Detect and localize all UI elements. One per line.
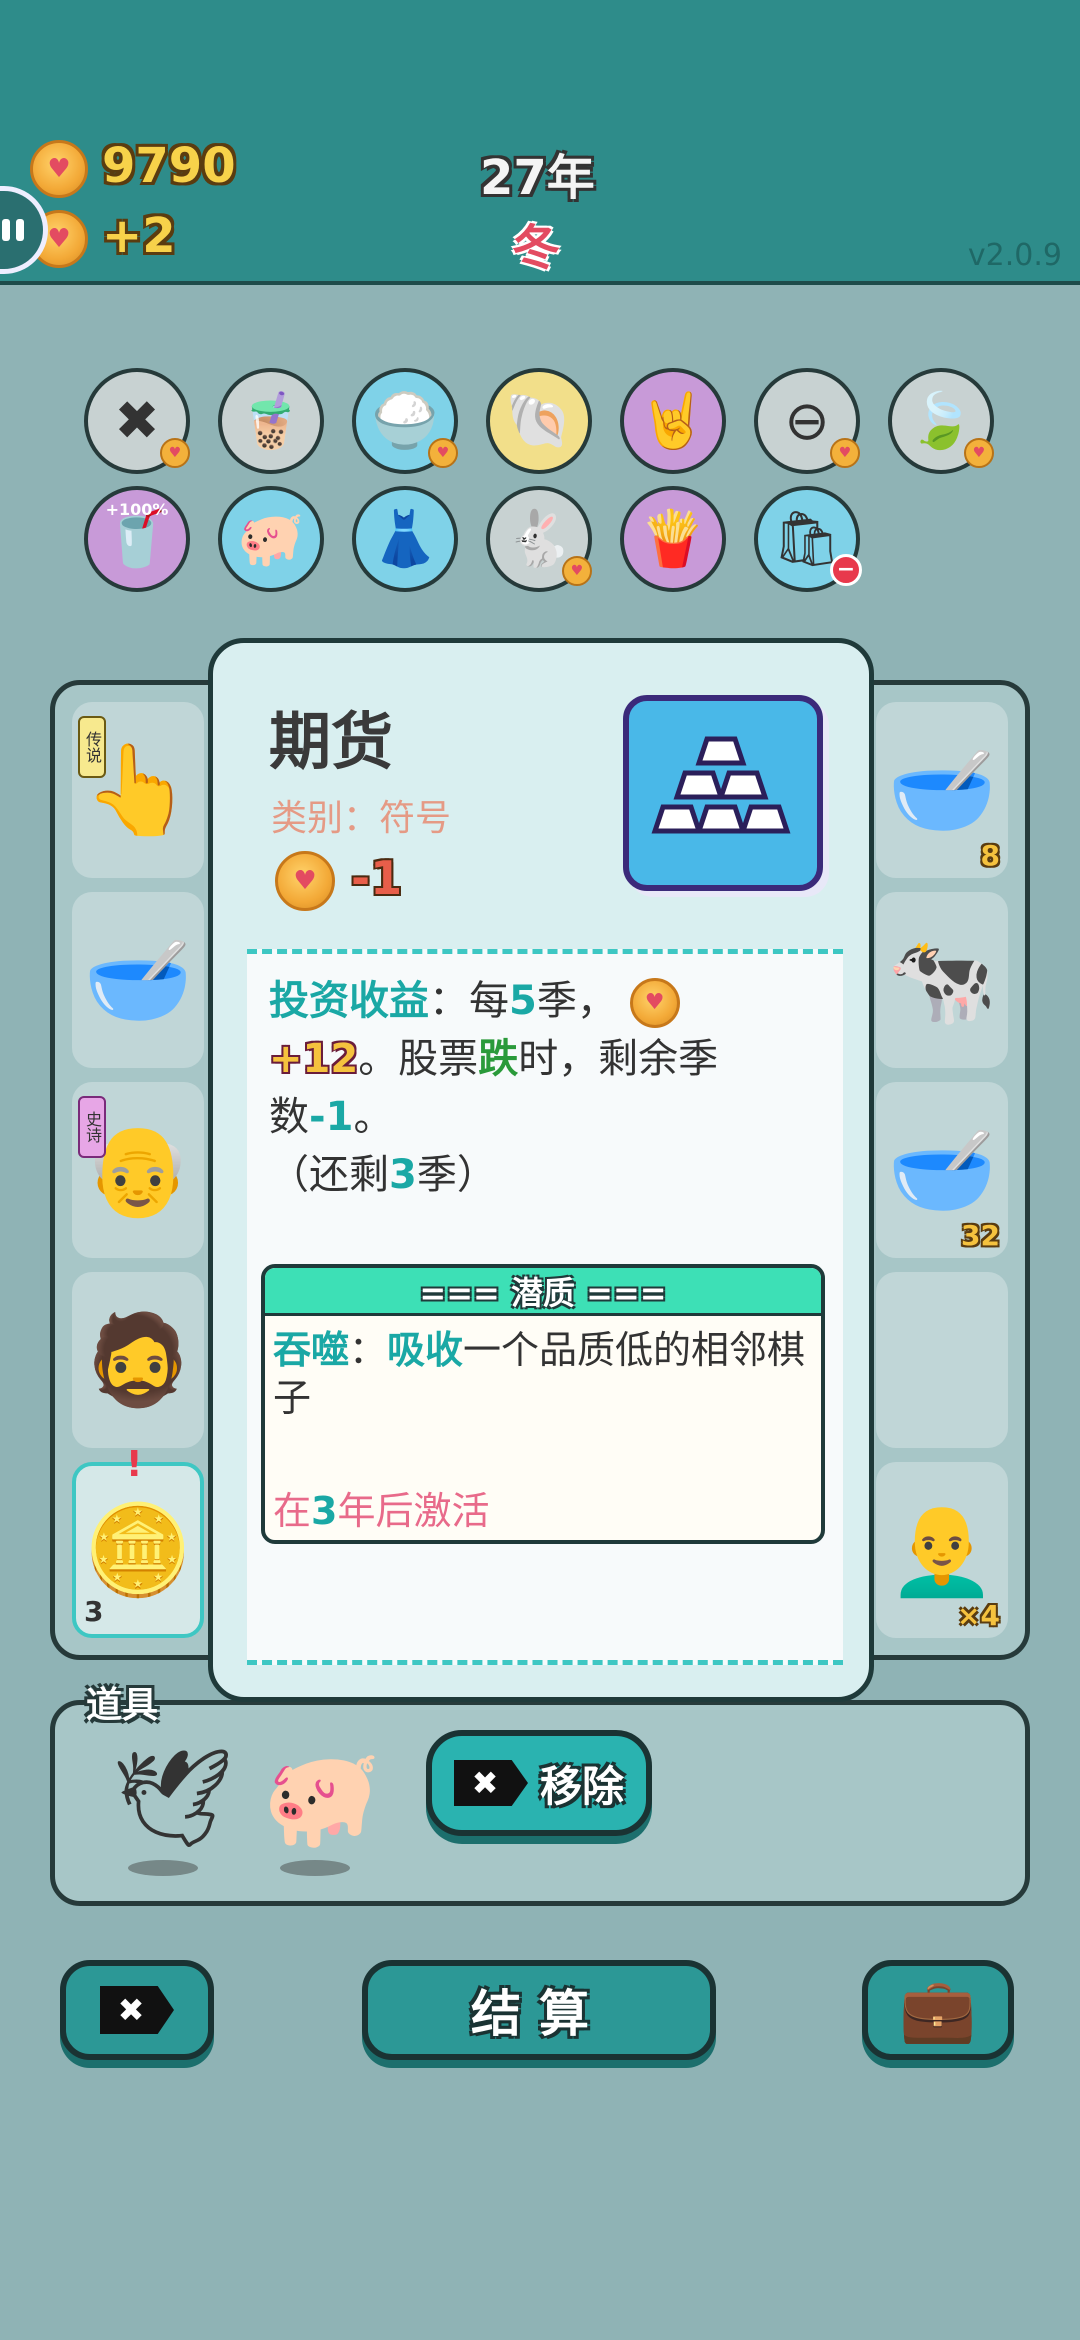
white-bird-icon[interactable]: 🕊 bbox=[112, 1750, 234, 1846]
income-amount: +12 bbox=[269, 1036, 359, 1082]
board-cell[interactable]: 🧔 bbox=[72, 1272, 204, 1448]
item-shadow bbox=[280, 1860, 350, 1876]
board-cell-empty[interactable] bbox=[876, 1272, 1008, 1448]
piece-count: 32 bbox=[961, 1219, 1000, 1252]
card-cost: -1 bbox=[351, 851, 403, 905]
year-label: 27年 bbox=[480, 150, 595, 206]
potential-title: === 潜质 === bbox=[265, 1268, 821, 1316]
ability-label: 投资收益 bbox=[269, 978, 429, 1024]
board-cell[interactable]: 👨‍🦲 ×4 bbox=[876, 1462, 1008, 1638]
piggy-bank-icon[interactable]: 🐖 bbox=[218, 486, 324, 592]
shell-icon[interactable]: 🐚 bbox=[486, 368, 592, 474]
bearded-man-face-icon: 🧔 bbox=[83, 1308, 193, 1411]
piece-count: 3 bbox=[84, 1595, 104, 1628]
coin-icon: ♥ bbox=[30, 140, 88, 198]
rarity-badge: 史诗 bbox=[78, 1096, 106, 1158]
item-shadow bbox=[128, 1860, 198, 1876]
rice-bowl-icon[interactable]: 🍚 ♥ bbox=[352, 368, 458, 474]
top-bar: ♥ 9790 ♥ +2 27年 冬 v2.0.9 bbox=[0, 0, 1080, 285]
board-cell[interactable]: 🥣 32 bbox=[876, 1082, 1008, 1258]
coin-income: +2 bbox=[102, 208, 176, 264]
inline-coin-icon: ♥ bbox=[629, 978, 680, 1028]
discard-x-icon: ✖ bbox=[100, 1986, 174, 2034]
rock-hand-icon[interactable]: 🤘 bbox=[620, 368, 726, 474]
version-label: v2.0.9 bbox=[967, 238, 1062, 273]
minus-badge-icon: − bbox=[830, 554, 862, 586]
coin-total: 9790 bbox=[102, 138, 236, 194]
relic-tag: +100% bbox=[105, 500, 169, 519]
remove-x-icon: ✖ bbox=[453, 1760, 528, 1806]
card-description: 投资收益：每5季， ♥ +12。股票跌时，剩余季数-1。 （还剩3季） === … bbox=[247, 949, 843, 1665]
coin-badge-icon: ♥ bbox=[964, 438, 994, 468]
board-cell[interactable]: 🥣 8 bbox=[876, 702, 1008, 878]
ability-text: 投资收益：每5季， ♥ +12。股票跌时，剩余季数-1。 （还剩3季） bbox=[269, 978, 719, 1198]
remove-button[interactable]: ✖ 移除 bbox=[426, 1730, 652, 1836]
coin-badge-icon: ♥ bbox=[428, 438, 458, 468]
remove-token-icon[interactable]: ✖ ♥ bbox=[84, 368, 190, 474]
potential-description: 吞噬：吸收一个品质低的相邻棋子 bbox=[273, 1328, 806, 1420]
board-cell[interactable]: 👆 传说 bbox=[72, 702, 204, 878]
briefcase-icon: 💼 bbox=[899, 1973, 977, 2046]
board-cell[interactable]: 🐄 bbox=[876, 892, 1008, 1068]
discard-button[interactable]: ✖ bbox=[60, 1960, 214, 2060]
coin-badge-icon: ♥ bbox=[562, 556, 592, 586]
card-title: 期货 bbox=[269, 705, 394, 778]
piggy-bank-item-icon[interactable]: 🐖 bbox=[262, 1750, 382, 1846]
rarity-badge: 传说 bbox=[78, 716, 106, 778]
soup-bowl-icon: 🥣 bbox=[887, 1118, 997, 1221]
potential-activation: 在3年后激活 bbox=[273, 1489, 490, 1533]
cost-coin-icon: ♥ bbox=[275, 851, 335, 911]
bald-man-face-icon: 👨‍🦲 bbox=[887, 1498, 997, 1601]
fries-icon[interactable]: 🍟 bbox=[620, 486, 726, 592]
board-cell[interactable]: 🥣 bbox=[72, 892, 204, 1068]
piece-count: 8 bbox=[980, 839, 1000, 872]
items-title: 道具 bbox=[86, 1685, 159, 1726]
soup-bowl-icon: 🥣 bbox=[887, 738, 997, 841]
remove-button-label: 移除 bbox=[539, 1761, 624, 1811]
gold-bars-icon bbox=[623, 695, 823, 891]
skirt-icon[interactable]: 👗 bbox=[352, 486, 458, 592]
leaf-icon[interactable]: 🍃 ♥ bbox=[888, 368, 994, 474]
remaining-seasons: （还剩3季） bbox=[269, 1152, 497, 1198]
soup-bowl-icon: 🥣 bbox=[83, 928, 193, 1031]
minus-circle-icon[interactable]: ⊖ ♥ bbox=[754, 368, 860, 474]
coin-badge-icon: ♥ bbox=[160, 438, 190, 468]
gold-bars-icon: 🪙 bbox=[83, 1498, 193, 1601]
garbage-bag-icon[interactable]: 🛍 − bbox=[754, 486, 862, 592]
detail-card: 期货 类别：符号 ♥ -1 投资收益：每5季， ♥ +12。股票跌时，剩余季数-… bbox=[208, 638, 874, 1702]
tea-cup-plus-icon[interactable]: 🥤 +100% bbox=[84, 486, 190, 592]
board-cell[interactable]: 🪙 3! bbox=[72, 1444, 204, 1638]
inventory-button[interactable]: 💼 bbox=[862, 1960, 1014, 2060]
board-cell[interactable]: 👴 史诗 bbox=[72, 1082, 204, 1258]
settle-button-label: 结算 bbox=[471, 1985, 607, 2043]
potential-box: === 潜质 === 吞噬：吸收一个品质低的相邻棋子 在3年后激活 bbox=[261, 1264, 825, 1544]
card-category: 类别：符号 bbox=[271, 798, 452, 839]
coin-badge-icon: ♥ bbox=[830, 438, 860, 468]
alert-icon: ! bbox=[126, 1444, 143, 1485]
settle-button[interactable]: 结算 bbox=[362, 1960, 716, 2060]
cow-icon: 🐄 bbox=[887, 928, 997, 1031]
bubble-tea-icon[interactable]: 🧋 bbox=[218, 368, 324, 474]
season-label: 冬 bbox=[512, 220, 561, 276]
piece-count: ×4 bbox=[957, 1599, 1000, 1632]
rabbit-icon[interactable]: 🐇 ♥ bbox=[486, 486, 592, 592]
